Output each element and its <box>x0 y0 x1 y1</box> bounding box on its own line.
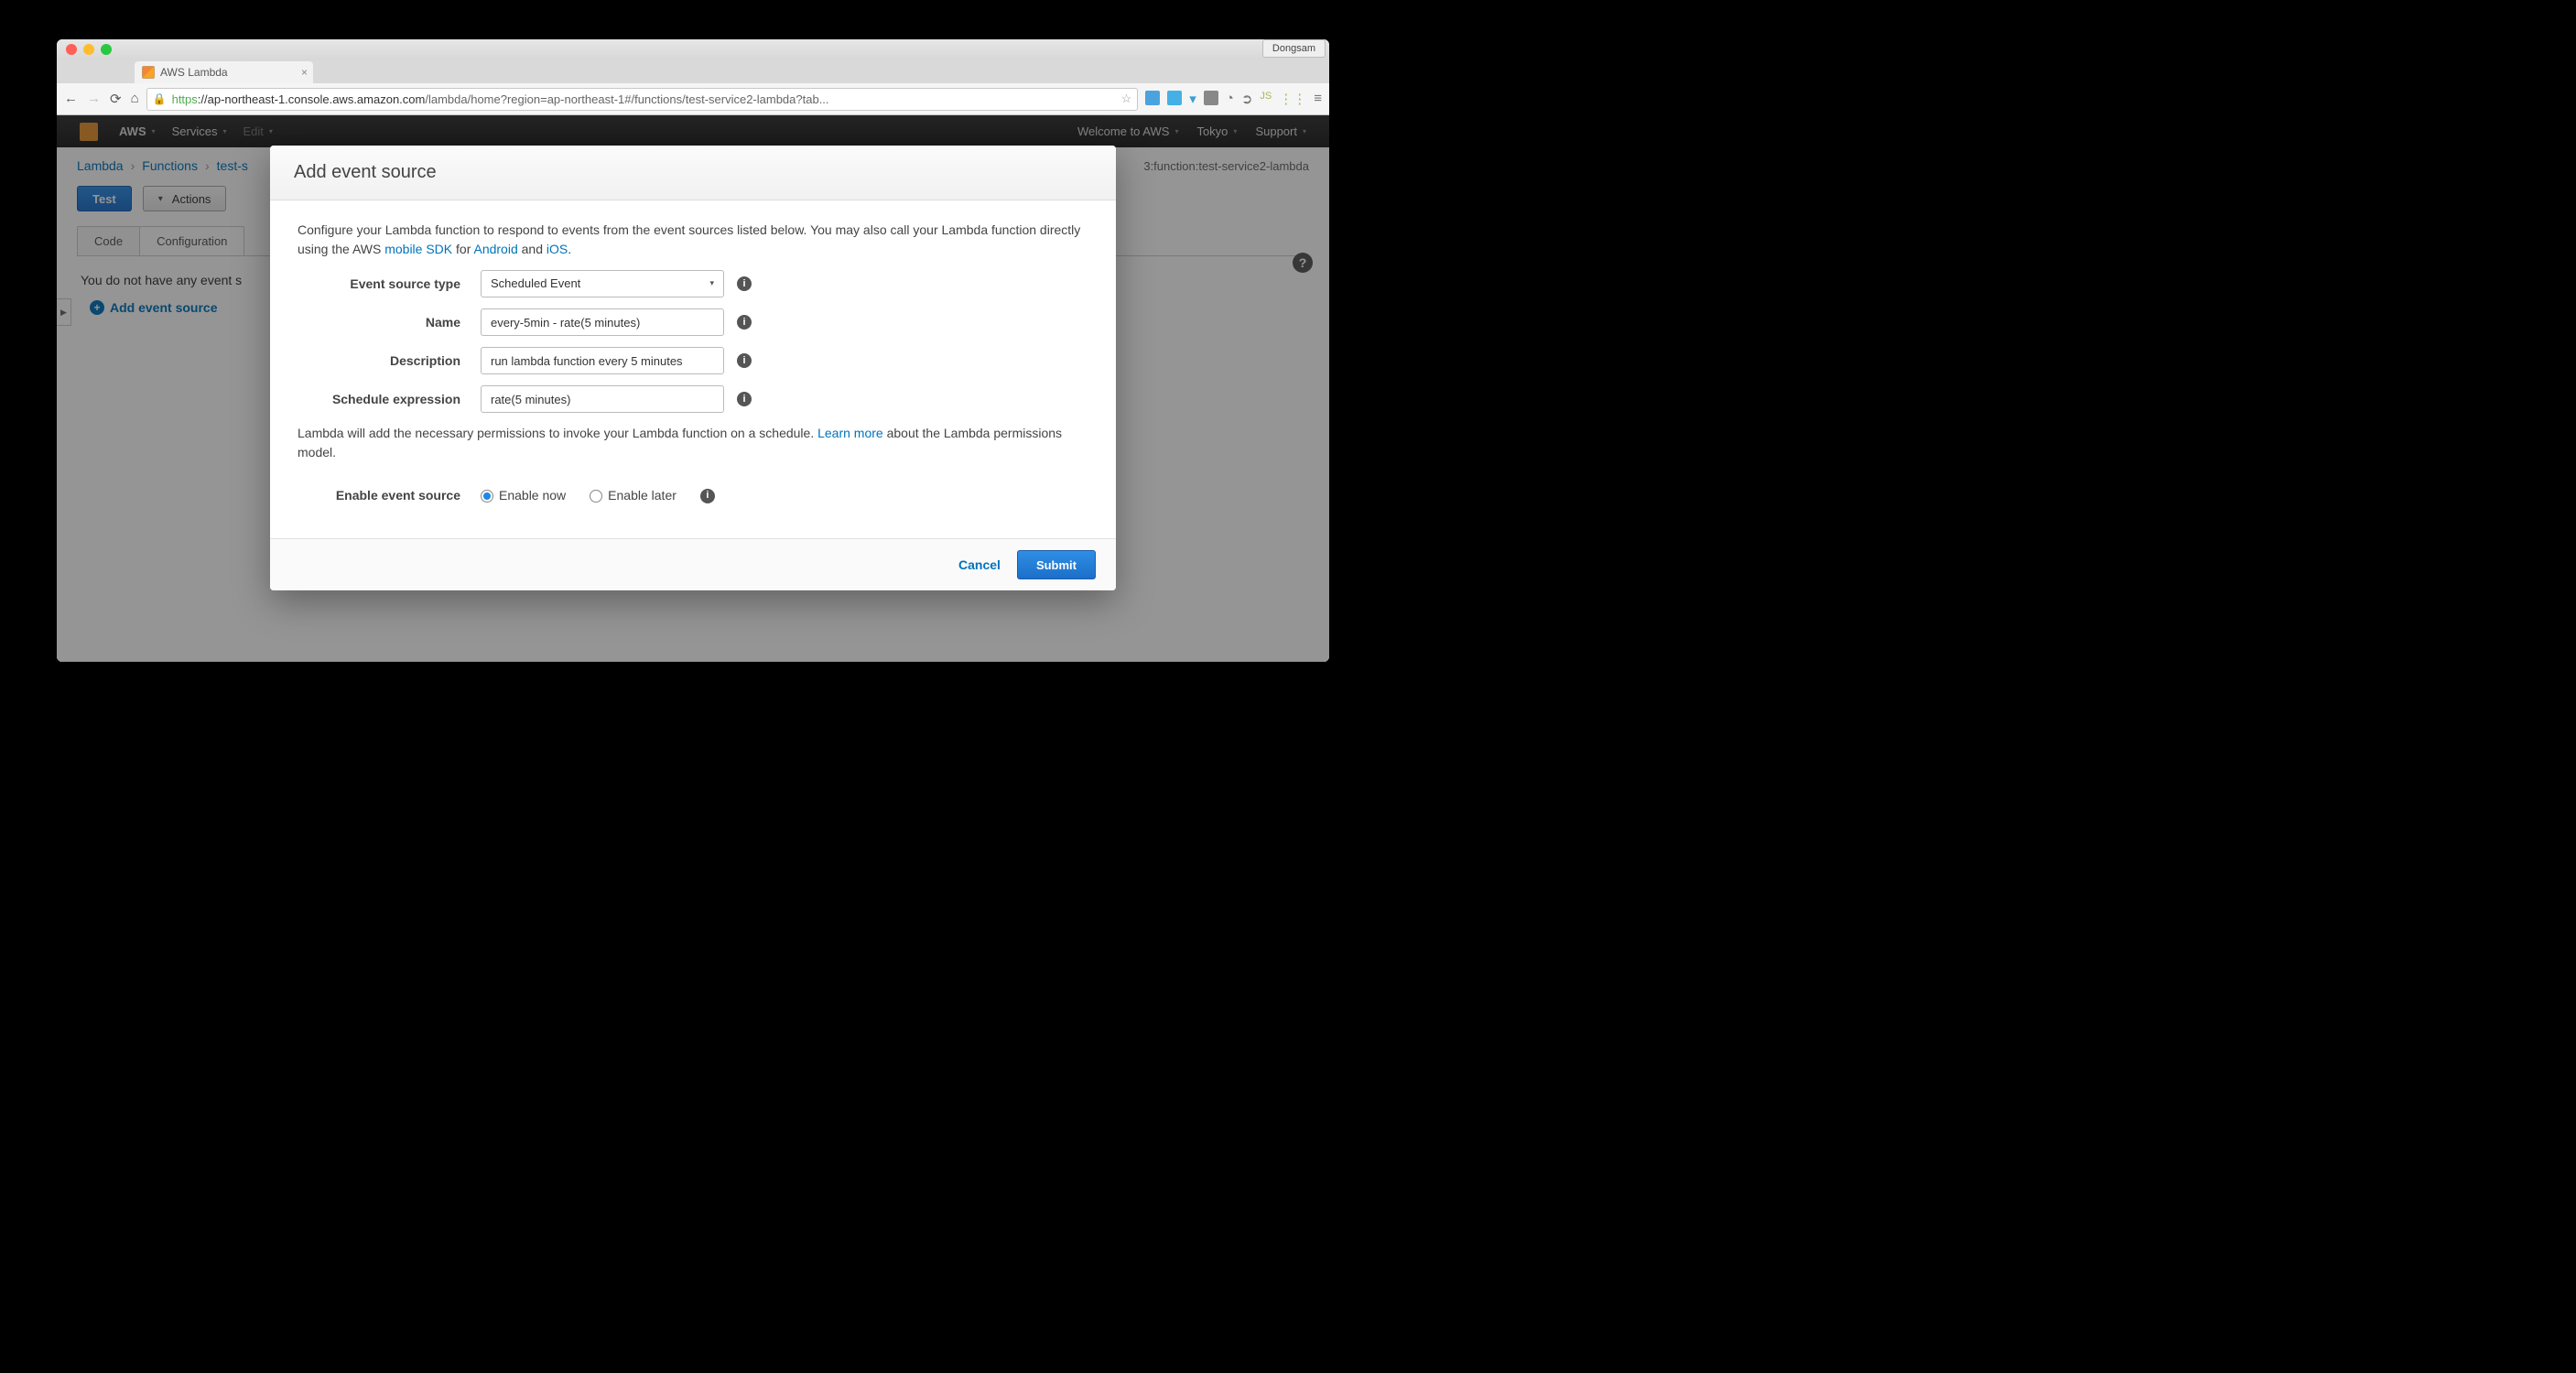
info-icon[interactable]: i <box>737 315 752 330</box>
url-host: ://ap-northeast-1.console.aws.amazon.com <box>198 92 426 106</box>
mobile-sdk-link[interactable]: mobile SDK <box>384 242 452 256</box>
submit-button[interactable]: Submit <box>1017 550 1096 579</box>
modal-backdrop: Add event source Configure your Lambda f… <box>57 115 1329 662</box>
event-source-type-value: Scheduled Event <box>491 275 580 293</box>
learn-more-link[interactable]: Learn more <box>817 426 883 440</box>
enable-event-source-label: Enable event source <box>298 486 481 505</box>
modal-intro-text: Configure your Lambda function to respon… <box>298 221 1088 259</box>
nav-reload-icon[interactable]: ⟳ <box>110 91 122 107</box>
android-link[interactable]: Android <box>473 242 517 256</box>
url-bar[interactable]: 🔒 https://ap-northeast-1.console.aws.ama… <box>146 88 1139 111</box>
radio-enable-now[interactable]: Enable now <box>481 486 566 505</box>
permissions-note: Lambda will add the necessary permission… <box>298 424 1088 462</box>
browser-toolbar: ← → ⟳ ⌂ 🔒 https://ap-northeast-1.console… <box>57 83 1329 115</box>
chrome-menu-icon[interactable]: ≡ <box>1314 91 1322 107</box>
modal-title: Add event source <box>270 146 1116 200</box>
cancel-button[interactable]: Cancel <box>958 557 1001 572</box>
chrome-user-button[interactable]: Dongsam <box>1262 39 1326 58</box>
page-viewport: AWS ▾ Services ▾ Edit ▾ Welcome to AWS ▾… <box>57 115 1329 662</box>
browser-tab[interactable]: AWS Lambda × <box>135 61 313 83</box>
nav-back-icon[interactable]: ← <box>64 91 78 107</box>
nav-forward-icon[interactable]: → <box>87 91 101 107</box>
info-icon[interactable]: i <box>700 489 715 503</box>
browser-window: AWS Lambda × Dongsam ← → ⟳ ⌂ 🔒 https://a… <box>57 39 1329 662</box>
modal-footer: Cancel Submit <box>270 538 1116 590</box>
url-scheme: https <box>172 92 198 106</box>
radio-enable-later[interactable]: Enable later <box>590 486 676 505</box>
extension-icon[interactable]: ⋮⋮ <box>1279 91 1306 107</box>
extension-icon[interactable]: JS <box>1260 91 1272 107</box>
extension-icon[interactable] <box>1204 91 1218 105</box>
schedule-description-label: Description <box>298 351 481 371</box>
schedule-name-input[interactable] <box>481 308 724 336</box>
window-close-icon[interactable] <box>66 44 77 55</box>
lock-icon: 🔒 <box>153 92 167 105</box>
event-source-type-label: Event source type <box>298 275 481 294</box>
schedule-expression-input[interactable] <box>481 385 724 413</box>
extension-icon[interactable]: ➲ <box>1241 91 1253 107</box>
info-icon[interactable]: i <box>737 392 752 406</box>
tab-close-icon[interactable]: × <box>301 66 308 79</box>
traffic-lights <box>66 44 112 55</box>
url-path: /lambda/home?region=ap-northeast-1#/func… <box>425 92 828 106</box>
extension-icons: ▾ ◔ ➲ JS ⋮⋮ ≡ <box>1145 91 1322 107</box>
add-event-source-modal: Add event source Configure your Lambda f… <box>270 146 1116 590</box>
radio-enable-now-label: Enable now <box>499 486 566 505</box>
event-source-type-select[interactable]: Scheduled Event ▾ <box>481 270 724 297</box>
info-icon[interactable]: i <box>737 353 752 368</box>
ios-link[interactable]: iOS <box>547 242 568 256</box>
extension-icon[interactable] <box>1167 91 1182 105</box>
chevron-down-icon: ▾ <box>709 277 714 290</box>
extension-icon[interactable]: ◔ <box>1226 91 1234 107</box>
aws-favicon-icon <box>142 66 155 79</box>
extension-icon[interactable]: ▾ <box>1189 91 1196 107</box>
schedule-expression-label: Schedule expression <box>298 390 481 409</box>
info-icon[interactable]: i <box>737 276 752 291</box>
radio-icon <box>481 490 493 503</box>
nav-home-icon[interactable]: ⌂ <box>131 91 139 107</box>
tab-title: AWS Lambda <box>160 66 228 79</box>
schedule-name-label: Name <box>298 313 481 332</box>
window-titlebar <box>57 39 1329 59</box>
schedule-description-input[interactable] <box>481 347 724 374</box>
extension-icon[interactable] <box>1145 91 1160 105</box>
browser-tabstrip: AWS Lambda × Dongsam <box>57 59 1329 83</box>
radio-icon <box>590 490 602 503</box>
window-zoom-icon[interactable] <box>101 44 112 55</box>
radio-enable-later-label: Enable later <box>608 486 676 505</box>
bookmark-star-icon[interactable]: ☆ <box>1121 92 1132 106</box>
window-minimize-icon[interactable] <box>83 44 94 55</box>
